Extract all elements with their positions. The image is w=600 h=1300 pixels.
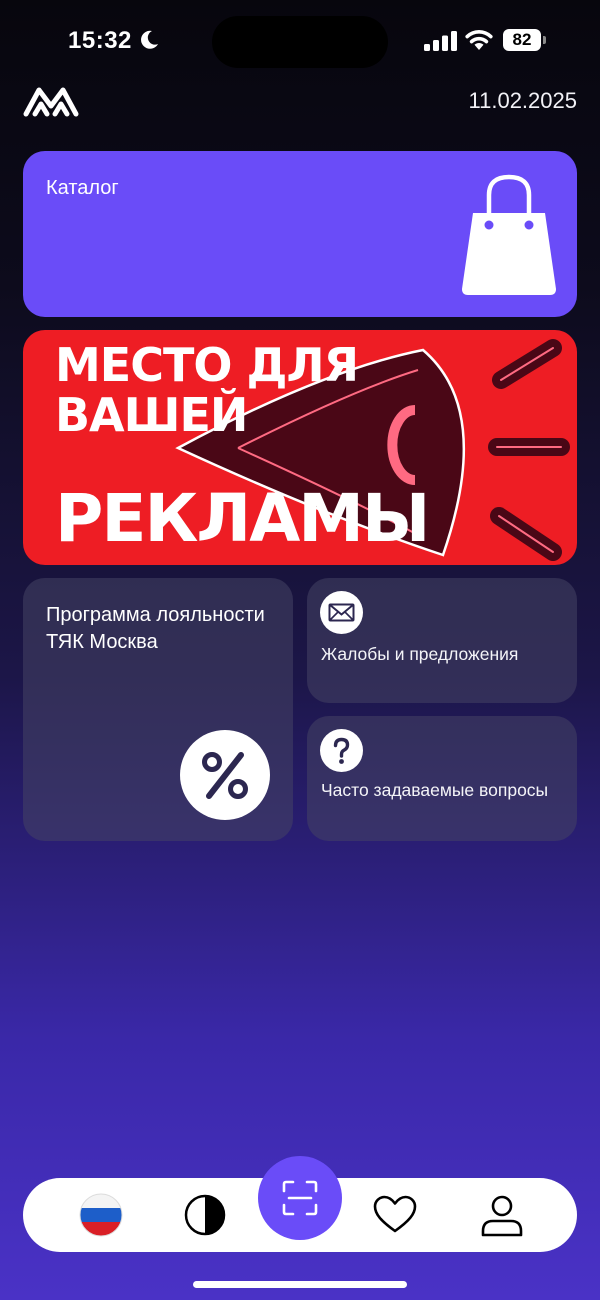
envelope-icon bbox=[320, 591, 363, 634]
ad-line-3: РЕКЛАМЫ bbox=[55, 480, 430, 557]
ad-banner[interactable]: МЕСТО ДЛЯ ВАШЕЙ РЕКЛАМЫ bbox=[23, 330, 577, 565]
battery-icon: 82 bbox=[503, 29, 547, 51]
status-time: 15:32 bbox=[68, 27, 132, 54]
current-date: 11.02.2025 bbox=[468, 88, 577, 113]
heart-icon[interactable] bbox=[371, 1191, 419, 1239]
percent-icon bbox=[180, 730, 270, 820]
home-indicator bbox=[193, 1281, 407, 1288]
profile-icon[interactable] bbox=[478, 1191, 526, 1239]
shopping-bag-icon bbox=[462, 174, 556, 295]
scan-icon bbox=[282, 1180, 318, 1216]
faq-card[interactable]: Часто задаваемые вопросы bbox=[307, 716, 577, 841]
moon-icon bbox=[141, 30, 158, 49]
wifi-icon bbox=[465, 30, 493, 50]
faq-label: Часто задаваемые вопросы bbox=[321, 780, 549, 800]
scan-button[interactable] bbox=[258, 1156, 342, 1240]
russian-flag-icon[interactable] bbox=[77, 1191, 125, 1239]
catalog-card[interactable]: Каталог bbox=[23, 151, 577, 317]
question-icon bbox=[320, 729, 363, 772]
theme-toggle-icon[interactable] bbox=[181, 1191, 229, 1239]
status-bar: 15:32 82 bbox=[0, 0, 600, 80]
catalog-label: Каталог bbox=[46, 177, 119, 199]
battery-level: 82 bbox=[503, 29, 541, 51]
signal-icon bbox=[424, 31, 457, 51]
ad-line-2: ВАШЕЙ bbox=[55, 388, 248, 442]
complaints-card[interactable]: Жалобы и предложения bbox=[307, 578, 577, 703]
loyalty-label: Программа лояльности ТЯК Москва bbox=[46, 604, 265, 653]
ad-line-1: МЕСТО ДЛЯ bbox=[55, 338, 359, 392]
metro-logo-icon bbox=[23, 87, 79, 117]
loyalty-program-card[interactable]: Программа лояльности ТЯК Москва bbox=[23, 578, 293, 841]
dynamic-island bbox=[212, 16, 388, 68]
complaints-label: Жалобы и предложения bbox=[321, 644, 519, 664]
